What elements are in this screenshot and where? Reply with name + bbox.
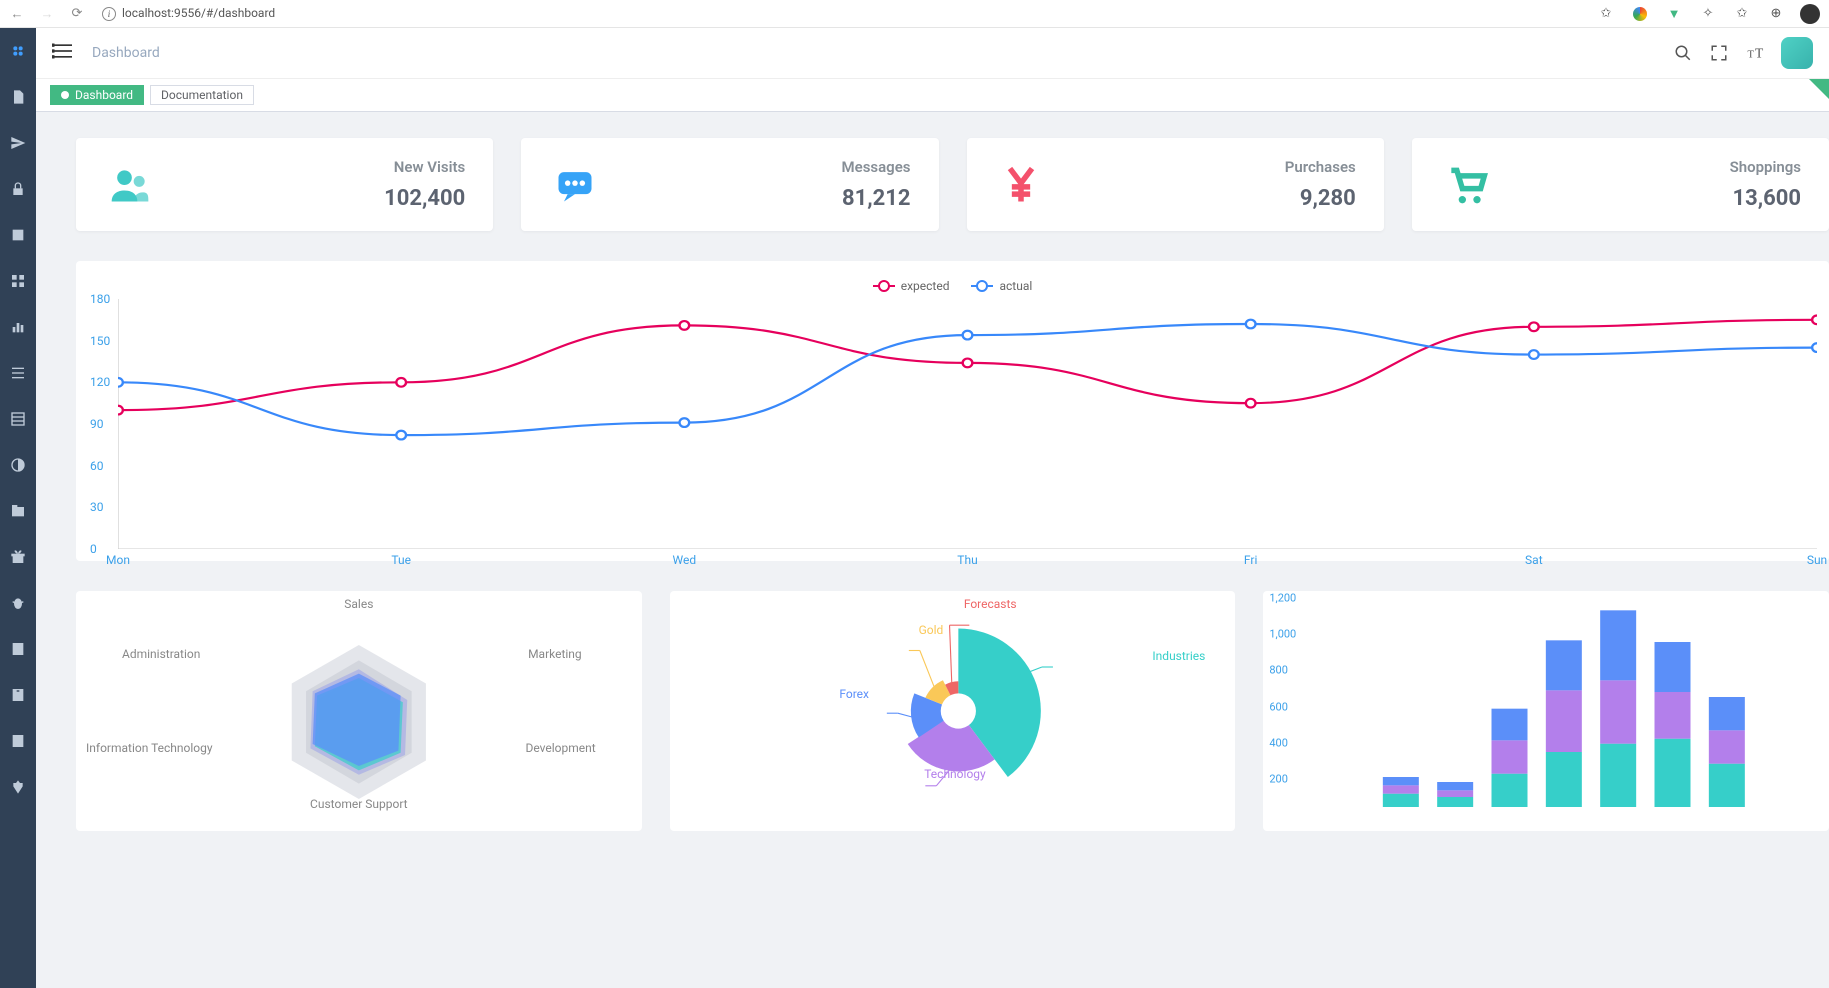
radar-label-marketing: Marketing <box>528 647 582 661</box>
info-icon: i <box>102 7 116 21</box>
stat-card-shoppings[interactable]: Shoppings 13,600 <box>1412 138 1829 231</box>
tag-documentation[interactable]: Documentation <box>150 85 254 105</box>
line-chart-panel: expected actual 0306090120150180MonTueWe… <box>76 261 1829 561</box>
legend-actual[interactable]: actual <box>971 279 1032 293</box>
favorite-icon[interactable]: ✩ <box>1595 3 1617 25</box>
avatar[interactable] <box>1781 37 1813 69</box>
svg-text:T: T <box>1755 46 1764 61</box>
bottom-charts: Sales Marketing Development Customer Sup… <box>76 591 1829 831</box>
stat-label: Shoppings <box>1730 158 1801 176</box>
pie-label-gold: Gold <box>919 623 944 637</box>
sidebar <box>0 28 36 988</box>
browser-bar: ← → ⟳ ilocalhost:9556/#/dashboard ✩ ▼ ✧ … <box>0 0 1829 28</box>
collections-icon[interactable]: ⊕ <box>1765 3 1787 25</box>
ext-1-icon[interactable] <box>1629 3 1651 25</box>
message-icon <box>549 159 601 211</box>
sidebar-excel-icon[interactable] <box>9 640 27 658</box>
fav-star-icon[interactable]: ✩ <box>1731 3 1753 25</box>
bar-chart: 2004006008001,0001,200 <box>1263 591 1829 831</box>
radar-label-cs: Customer Support <box>310 797 408 811</box>
line-chart-legend: expected actual <box>88 279 1817 293</box>
forward-icon[interactable]: → <box>38 6 56 22</box>
stat-value: 81,212 <box>842 186 911 211</box>
stat-label: Purchases <box>1285 158 1356 176</box>
stat-value: 13,600 <box>1730 186 1801 211</box>
pie-label-forex: Forex <box>839 687 869 701</box>
ext-2-icon[interactable]: ▼ <box>1663 3 1685 25</box>
yen-icon <box>995 159 1047 211</box>
radar-label-it: Information Technology <box>86 741 213 755</box>
sidebar-chart-icon[interactable] <box>9 318 27 336</box>
sidebar-guide-icon[interactable] <box>9 134 27 152</box>
radar-label-admin: Administration <box>122 647 200 661</box>
hamburger-icon[interactable] <box>52 41 72 65</box>
sidebar-nested-icon[interactable] <box>9 364 27 382</box>
legend-expected[interactable]: expected <box>873 279 950 293</box>
header: Dashboard TT <box>36 28 1829 78</box>
radar-label-dev: Development <box>525 741 595 755</box>
sidebar-table-icon[interactable] <box>9 410 27 428</box>
sidebar-bug-icon[interactable] <box>9 594 27 612</box>
people-icon <box>104 159 156 211</box>
pie-label-industries: Industries <box>1152 649 1205 663</box>
stat-cards: New Visits 102,400 Messages 81,212 Purchas… <box>76 138 1829 231</box>
tags-view: Dashboard Documentation <box>36 78 1829 112</box>
extensions-icon[interactable]: ✧ <box>1697 3 1719 25</box>
profile-icon[interactable] <box>1799 3 1821 25</box>
settings-fold-icon[interactable] <box>1809 79 1829 99</box>
sidebar-error-icon[interactable] <box>9 226 27 244</box>
font-size-icon[interactable]: TT <box>1741 39 1769 67</box>
back-icon[interactable]: ← <box>8 6 26 22</box>
reload-icon[interactable]: ⟳ <box>68 6 86 21</box>
stat-value: 9,280 <box>1285 186 1356 211</box>
sidebar-pdf-icon[interactable] <box>9 732 27 750</box>
sidebar-dashboard-icon[interactable] <box>9 42 27 60</box>
pie-label-technology: Technology <box>924 767 985 781</box>
sidebar-zip-icon[interactable] <box>9 686 27 704</box>
sidebar-gift-icon[interactable] <box>9 548 27 566</box>
pie-chart: Forecasts Gold Forex Technology Industri… <box>670 591 1236 831</box>
content: New Visits 102,400 Messages 81,212 Purchas… <box>36 112 1829 988</box>
tag-dashboard[interactable]: Dashboard <box>50 85 144 105</box>
stat-card-purchases[interactable]: Purchases 9,280 <box>967 138 1384 231</box>
radar-label-sales: Sales <box>344 597 373 611</box>
sidebar-theme-icon[interactable] <box>9 778 27 796</box>
breadcrumb: Dashboard <box>92 45 160 61</box>
pie-label-forecasts: Forecasts <box>964 597 1017 611</box>
stat-label: New Visits <box>384 158 465 176</box>
stat-card-messages[interactable]: Messages 81,212 <box>521 138 938 231</box>
fullscreen-icon[interactable] <box>1705 39 1733 67</box>
radar-chart: Sales Marketing Development Customer Sup… <box>76 591 642 831</box>
svg-text:T: T <box>1748 50 1755 61</box>
stat-label: Messages <box>842 158 911 176</box>
sidebar-lock-icon[interactable] <box>9 180 27 198</box>
stat-value: 102,400 <box>384 186 465 211</box>
address-bar[interactable]: ilocalhost:9556/#/dashboard <box>102 6 275 21</box>
sidebar-document-icon[interactable] <box>9 88 27 106</box>
sidebar-example-icon[interactable] <box>9 456 27 474</box>
stat-card-visits[interactable]: New Visits 102,400 <box>76 138 493 231</box>
sidebar-tab-icon[interactable] <box>9 502 27 520</box>
sidebar-component-icon[interactable] <box>9 272 27 290</box>
cart-icon <box>1440 159 1492 211</box>
line-chart: 0306090120150180MonTueWedThuFriSatSun <box>118 299 1817 549</box>
search-icon[interactable] <box>1669 39 1697 67</box>
